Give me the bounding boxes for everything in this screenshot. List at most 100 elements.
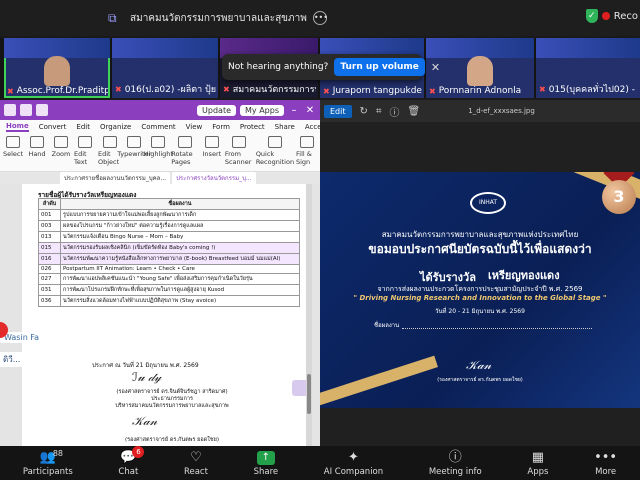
chat-button[interactable]: 💬 6 Chat	[118, 446, 145, 477]
crop-icon[interactable]: ⌗	[376, 106, 382, 117]
participants-button[interactable]: 👥 88 Participants	[23, 449, 73, 477]
meeting-info-button[interactable]: ⓘ Meeting info	[428, 451, 482, 478]
recording-indicator[interactable]: ✓ Reco	[585, 9, 638, 23]
table-row-highlighted: 016 นวัตกรรมพัฒนาความรู้หนังสือเล็กทางการ…	[38, 253, 300, 265]
turn-up-volume-button[interactable]: Turn up volume	[334, 58, 425, 76]
ai-companion-button[interactable]: ✦ AI Companion	[324, 451, 383, 478]
video-tile[interactable]: ✖016(ป.อ02) -ผลิตา ปุ้ยผิน	[112, 38, 218, 98]
participant-name: สมาคมนวัตกรรมการพยาบาล	[232, 85, 316, 95]
cert-signature: 𝒦𝒶𝓃	[466, 358, 492, 372]
menu-item[interactable]: Comment	[141, 123, 175, 131]
mic-muted-icon: ✖	[115, 84, 122, 94]
rotate-icon[interactable]: ↻	[360, 106, 368, 117]
table-row: 003 ผลของโปรแกรม "ก้าวย่างใหม่" ต่อความรู…	[38, 220, 300, 232]
close-icon[interactable]: ✕	[431, 61, 440, 74]
text-icon	[78, 136, 92, 148]
bronze-medal-icon: 3	[602, 180, 636, 214]
announcement-date: ประกาศ ณ วันที่ 21 มิถุนายน พ.ศ. 2569	[92, 362, 199, 369]
my-apps-button[interactable]: My Apps	[240, 104, 284, 116]
app-icon	[4, 104, 16, 116]
edit-button[interactable]: Edit	[324, 104, 352, 118]
menu-item[interactable]: Organize	[100, 123, 131, 131]
tile-background	[426, 38, 534, 58]
share-button[interactable]: ↑ Share	[254, 451, 278, 477]
menu-item[interactable]: Share	[275, 123, 295, 131]
document-tab[interactable]: ประกาศรายชื่อผลงานนวัตกรรม_บุคล...	[60, 172, 171, 184]
file-name: 1_d-ef_xxxsaes.jpg	[468, 107, 535, 115]
typewriter-tool[interactable]: Typewriter	[117, 136, 151, 169]
video-tile[interactable]: ✖ Assoc.Prof.Dr.Praditpo	[4, 38, 110, 98]
video-tile[interactable]: ✖015(บุคคลทั่วไป02) - นาง	[536, 38, 640, 98]
react-button[interactable]: ♡ React	[184, 450, 208, 478]
share-title-text: สมาคมนวัตกรรมการพยาบาลและสุขภาพ	[130, 12, 307, 24]
minimize-icon[interactable]: –	[288, 105, 300, 116]
row-title: นวัตกรรมสิ่งแวดล้อมทางไฟฟ้าแบบปฏิบัติสุข…	[60, 295, 300, 307]
scanner-tool[interactable]: From Scanner	[225, 136, 254, 169]
document-area: รายชื่อผู้ได้รับรางวัลเหรียญทองแดง ลำดับ…	[0, 184, 320, 446]
meeting-controls-bar: 👥 88 Participants 💬 6 Chat ♡ React ↑ Sha…	[0, 446, 640, 480]
menu-item[interactable]: View	[186, 123, 203, 131]
signature-image: ℐ𝓊 𝒹𝓎	[132, 370, 162, 384]
row-no: 036	[38, 295, 61, 307]
insert-tool[interactable]: Insert	[201, 136, 223, 169]
annotation-label[interactable]: ดิวี...	[0, 352, 24, 367]
cursor-icon	[6, 136, 20, 148]
table-header-row: ลำดับ ชื่อผลงาน	[38, 198, 300, 210]
hand-tool[interactable]: Hand	[26, 136, 48, 169]
heart-icon: ♡	[190, 450, 202, 465]
chat-badge: 6	[132, 446, 145, 458]
button-label: Meeting info	[428, 467, 482, 477]
zoom-meeting-window: ⧉ สมาคมนวัตกรรมการพยาบาลและสุขภาพ ••• ✓ …	[0, 0, 640, 480]
ocr-icon	[267, 136, 282, 148]
save-icon[interactable]	[20, 104, 32, 116]
participant-name: Pornnarin Adnonla	[438, 86, 522, 96]
info-icon[interactable]: ⓘ	[390, 104, 400, 119]
tile-name: ✖016(ป.อ02) -ผลิตา ปุ้ยผิน	[115, 82, 216, 96]
vertical-scrollbar[interactable]	[306, 184, 312, 446]
close-icon[interactable]: ✕	[304, 105, 316, 116]
delete-icon[interactable]: 🗑	[408, 106, 421, 117]
row-no: 027	[38, 273, 61, 285]
more-options-icon[interactable]: •••	[312, 11, 328, 25]
scroll-thumb[interactable]	[307, 374, 311, 414]
button-label: Chat	[118, 467, 139, 477]
apps-icon: ▦	[531, 450, 545, 465]
edit-text-tool[interactable]: Edit Text	[74, 136, 96, 169]
participant-video	[44, 56, 70, 86]
zoom-tool[interactable]: Zoom	[50, 136, 72, 169]
insert-icon	[204, 136, 219, 148]
rotate-pages-tool[interactable]: Rotate Pages	[171, 136, 199, 169]
image-viewer-window: Edit ↻ ⌗ ⓘ 🗑 1_d-ef_xxxsaes.jpg 3 INHAT …	[320, 100, 640, 446]
tile-background	[112, 38, 218, 58]
video-tile[interactable]: ✖ Pornnarin Adnonla	[426, 38, 534, 98]
tile-name: ✖Juraporn tangpukdee.k	[323, 86, 422, 96]
menu-item[interactable]: Accessibility	[305, 123, 320, 131]
table-row: 036 นวัตกรรมสิ่งแวดล้อมทางไฟฟ้าแบบปฏิบัติ…	[38, 295, 300, 307]
column-header: ชื่อผลงาน	[60, 198, 300, 210]
menu-item[interactable]: Edit	[76, 123, 90, 131]
row-title: รูปแบบการขยายความเข้าใจแม่พ่อเลี้ยงลูกพั…	[60, 209, 300, 221]
signatory-org: บริหารสมาคมนวัตกรรมการพยาบาลและสุขภาพ	[115, 403, 229, 409]
participant-name: Assoc.Prof.Dr.Praditpo	[16, 86, 108, 96]
more-button[interactable]: ••• More	[594, 451, 617, 478]
recording-label: Reco	[613, 10, 638, 22]
row-title: ผลของโปรแกรม "ก้าวย่างใหม่" ต่อความรู้เร…	[60, 220, 300, 232]
menu-item[interactable]: Home	[6, 122, 29, 132]
ribbon-toolbar: Select Hand Zoom Edit Text Edit Object T…	[0, 134, 320, 172]
ocr-tool[interactable]: Quick Recognition	[256, 136, 294, 169]
participant-video	[467, 56, 493, 86]
print-icon[interactable]	[36, 104, 48, 116]
update-button[interactable]: Update	[197, 104, 237, 116]
menu-item[interactable]: Convert	[39, 123, 67, 131]
highlight-tool[interactable]: Highlight	[144, 136, 173, 169]
row-title: Postpartum IIT Animation: Learn • Check …	[60, 264, 300, 274]
menu-item[interactable]: Form	[212, 123, 230, 131]
menu-item[interactable]: Protect	[240, 123, 265, 131]
security-shield-icon[interactable]: ✓	[585, 9, 598, 23]
share-indicator[interactable]: ⧉ สมาคมนวัตกรรมการพยาบาลและสุขภาพ •••	[108, 8, 328, 28]
fill-sign-tool[interactable]: Fill & Sign	[296, 136, 318, 169]
participant-name: 016(ป.อ02) -ผลิตา ปุ้ยผิน	[124, 85, 216, 95]
apps-button[interactable]: ▦ Apps	[527, 450, 548, 478]
document-tab-active[interactable]: ประกาศรางวัลนวัตกรรม_บุ...	[172, 172, 256, 184]
select-tool[interactable]: Select	[2, 136, 24, 169]
